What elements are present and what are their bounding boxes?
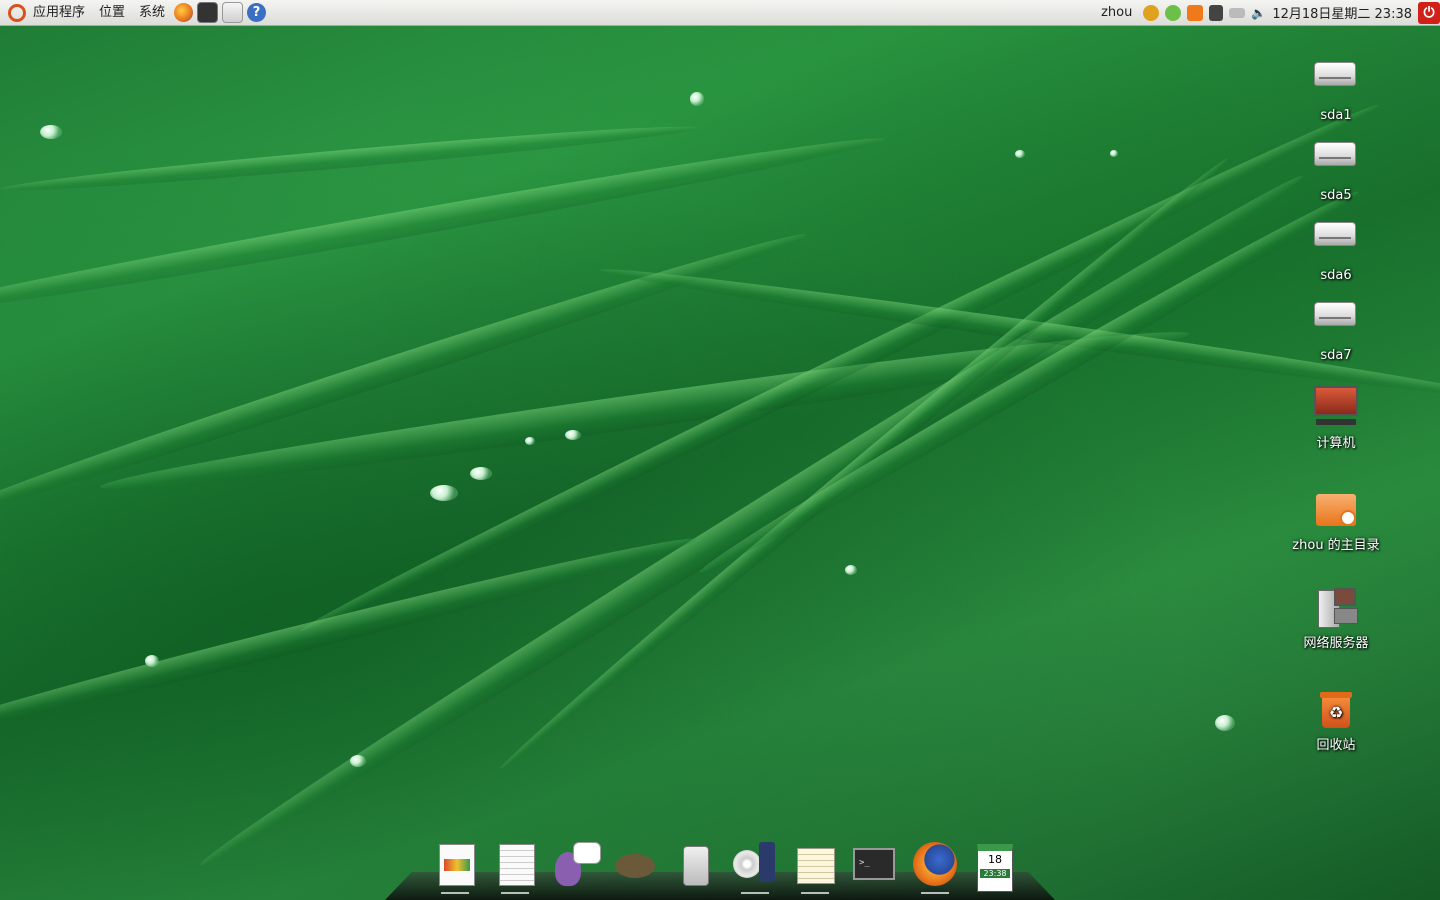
dock-item-pidgin[interactable] [551, 840, 601, 888]
dock-item-text-editor[interactable] [791, 840, 839, 894]
drive-icon [1314, 222, 1356, 246]
water-drop [1015, 150, 1025, 158]
update-notifier-icon[interactable] [1187, 4, 1204, 21]
status-icon[interactable] [1165, 4, 1182, 21]
grass-blade [0, 526, 700, 746]
dock-item-document[interactable] [491, 840, 539, 894]
grass-blade [295, 95, 1384, 641]
dock-item-disk-utility[interactable] [671, 840, 719, 888]
dock-item-calendar[interactable]: 18 23:38 [971, 840, 1019, 892]
mail-icon[interactable] [222, 2, 244, 23]
water-drop [525, 437, 535, 445]
presentation-icon [439, 844, 475, 886]
desktop-icon-sda5[interactable]: sda5 [1286, 132, 1386, 203]
trash-icon: ♻ [1314, 688, 1358, 730]
desktop-icon-label: 网络服务器 [1303, 636, 1369, 651]
user-name[interactable]: zhou [1101, 5, 1132, 20]
menu-places[interactable]: 位置 [92, 0, 132, 25]
water-drop [470, 467, 492, 480]
desktop-icon-sda7[interactable]: sda7 [1286, 292, 1386, 363]
disk-utility-icon [683, 846, 709, 886]
dock-item-presentation[interactable] [431, 840, 479, 894]
text-editor-icon [797, 848, 835, 884]
help-icon[interactable]: ? [247, 3, 267, 22]
water-drop [1215, 715, 1235, 731]
calendar-icon: 18 23:38 [977, 844, 1013, 892]
terminal-icon: >_ [853, 848, 895, 880]
ubuntu-logo-icon[interactable] [8, 3, 26, 22]
document-icon [499, 844, 535, 886]
drive-icon [1314, 62, 1356, 86]
desktop-icon-sda6[interactable]: sda6 [1286, 212, 1386, 283]
desktop-icon-sda1[interactable]: sda1 [1286, 52, 1386, 123]
firefox-icon [913, 842, 957, 886]
keys-icon[interactable] [1143, 4, 1160, 21]
water-drop [1110, 150, 1118, 157]
media-player-icon [733, 850, 761, 878]
menu-system[interactable]: 系统 [132, 0, 172, 25]
desktop-icon-label: zhou 的主目录 [1292, 538, 1380, 553]
water-drop [430, 485, 458, 501]
water-drop [690, 92, 704, 106]
computer-icon [1314, 386, 1358, 428]
desktop-icon-label: 计算机 [1316, 436, 1356, 451]
water-drop [145, 655, 159, 667]
network-servers-icon [1314, 586, 1358, 628]
volume-icon[interactable]: 🔈 [1251, 6, 1266, 20]
grass-blade [192, 163, 1311, 878]
top-panel: 应用程序 位置 系统 ? zhou 🔈 12月18日星期二 23:38 ⏻ [0, 0, 1440, 26]
panel-clock[interactable]: 12月18日星期二 23:38 [1272, 3, 1412, 22]
desktop-icon-network[interactable]: 网络服务器 [1286, 586, 1386, 651]
calendar-day: 18 [988, 853, 1002, 866]
water-drop [40, 125, 62, 139]
water-drop [845, 565, 857, 575]
keyboard-icon[interactable] [1229, 7, 1246, 18]
home-folder-icon [1314, 488, 1358, 530]
dock-item-firefox[interactable] [911, 840, 959, 894]
desktop-icon-label: sda7 [1320, 348, 1352, 363]
dock: >_ 18 23:38 [425, 840, 1025, 894]
dock-item-gimp[interactable] [611, 840, 659, 888]
firefox-icon[interactable] [174, 3, 194, 22]
desktop-icon-label: sda5 [1320, 188, 1352, 203]
water-drop [565, 430, 581, 440]
desktop-icon-trash[interactable]: ♻ 回收站 [1286, 688, 1386, 753]
desktop-icon-label: sda6 [1320, 268, 1352, 283]
desktop-icon-home[interactable]: zhou 的主目录 [1286, 488, 1386, 553]
desktop-icon-label: sda1 [1320, 108, 1352, 123]
water-drop [350, 755, 366, 767]
terminal-icon[interactable] [197, 2, 219, 23]
gimp-icon [615, 854, 655, 878]
dock-item-media-player[interactable] [731, 840, 779, 894]
dock-item-terminal[interactable]: >_ [851, 840, 899, 888]
menu-applications[interactable]: 应用程序 [26, 0, 92, 25]
drive-icon [1314, 302, 1356, 326]
network-icon[interactable] [1209, 4, 1224, 21]
desktop-icon-label: 回收站 [1316, 738, 1356, 753]
desktop-icon-computer[interactable]: 计算机 [1286, 386, 1386, 451]
panel-tray: zhou 🔈 12月18日星期二 23:38 ⏻ [1101, 0, 1440, 25]
drive-icon [1314, 142, 1356, 166]
calendar-time: 23:38 [980, 869, 1010, 878]
shutdown-icon[interactable]: ⏻ [1418, 1, 1440, 24]
